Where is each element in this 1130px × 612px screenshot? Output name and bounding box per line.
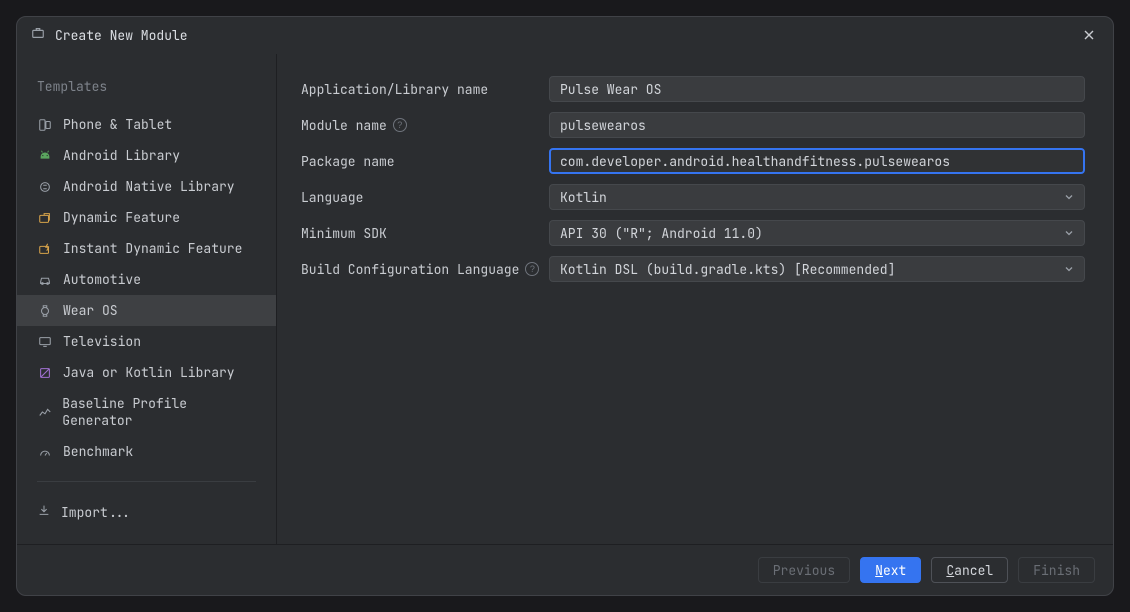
chevron-down-icon [1064,261,1074,278]
language-value: Kotlin [560,189,607,206]
help-icon[interactable]: ? [525,262,539,276]
chevron-down-icon [1064,189,1074,206]
template-label: Instant Dynamic Feature [63,240,242,257]
help-icon[interactable]: ? [393,118,407,132]
finish-button: Finish [1018,557,1095,583]
baseline-icon [37,404,52,420]
template-label: Television [63,333,141,350]
titlebar: Create New Module [17,17,1113,54]
import-label: Import... [61,504,131,521]
language-label: Language [301,189,549,206]
template-android-native-library[interactable]: Android Native Library [17,171,276,202]
watch-icon [37,303,53,319]
templates-heading: Templates [17,72,276,109]
app-name-input[interactable] [549,76,1085,102]
template-instant-dynamic-feature[interactable]: Instant Dynamic Feature [17,233,276,264]
phone-tablet-icon [37,117,53,133]
close-button[interactable] [1079,25,1099,45]
instant-dynamic-icon [37,241,53,257]
android-native-icon [37,179,53,195]
package-name-label: Package name [301,153,549,170]
tv-icon [37,334,53,350]
sidebar-divider [37,481,256,482]
import-icon [37,503,51,521]
next-button[interactable]: Next [860,557,921,583]
build-lang-value: Kotlin DSL (build.gradle.kts) [Recommend… [560,261,895,278]
template-label: Automotive [63,271,141,288]
min-sdk-value: API 30 ("R"; Android 11.0) [560,225,763,242]
template-android-library[interactable]: Android Library [17,140,276,171]
template-television[interactable]: Television [17,326,276,357]
template-baseline-profile[interactable]: Baseline Profile Generator [17,388,276,436]
dialog-footer: Previous Next Cancel Finish [17,544,1113,595]
template-label: Wear OS [63,302,118,319]
language-select[interactable]: Kotlin [549,184,1085,210]
dialog-title: Create New Module [55,27,188,44]
module-name-input[interactable] [549,112,1085,138]
template-label: Java or Kotlin Library [63,364,235,381]
template-label: Benchmark [63,443,133,460]
template-label: Android Library [63,147,180,164]
module-form: Application/Library name Module name ? P… [277,54,1113,544]
template-wear-os[interactable]: Wear OS [17,295,276,326]
build-lang-select[interactable]: Kotlin DSL (build.gradle.kts) [Recommend… [549,256,1085,282]
min-sdk-label: Minimum SDK [301,225,549,242]
package-name-input[interactable] [549,148,1085,174]
module-name-label: Module name ? [301,117,549,134]
template-label: Android Native Library [63,178,235,195]
template-label: Baseline Profile Generator [62,395,256,429]
dynamic-feature-icon [37,210,53,226]
cancel-button[interactable]: Cancel [931,557,1008,583]
template-java-kotlin-library[interactable]: Java or Kotlin Library [17,357,276,388]
android-icon [37,148,53,164]
create-module-dialog: Create New Module Templates Phone & Tabl… [16,16,1114,596]
library-icon [37,365,53,381]
build-lang-label: Build Configuration Language ? [301,261,549,278]
template-label: Dynamic Feature [63,209,180,226]
template-phone-tablet[interactable]: Phone & Tablet [17,109,276,140]
template-benchmark[interactable]: Benchmark [17,436,276,467]
template-dynamic-feature[interactable]: Dynamic Feature [17,202,276,233]
min-sdk-select[interactable]: API 30 ("R"; Android 11.0) [549,220,1085,246]
app-name-label: Application/Library name [301,81,549,98]
benchmark-icon [37,444,53,460]
car-icon [37,272,53,288]
module-icon [31,26,45,44]
template-label: Phone & Tablet [63,116,172,133]
templates-sidebar: Templates Phone & Tablet Android Library… [17,54,277,544]
chevron-down-icon [1064,225,1074,242]
import-action[interactable]: Import... [17,496,276,528]
template-automotive[interactable]: Automotive [17,264,276,295]
previous-button: Previous [758,557,850,583]
